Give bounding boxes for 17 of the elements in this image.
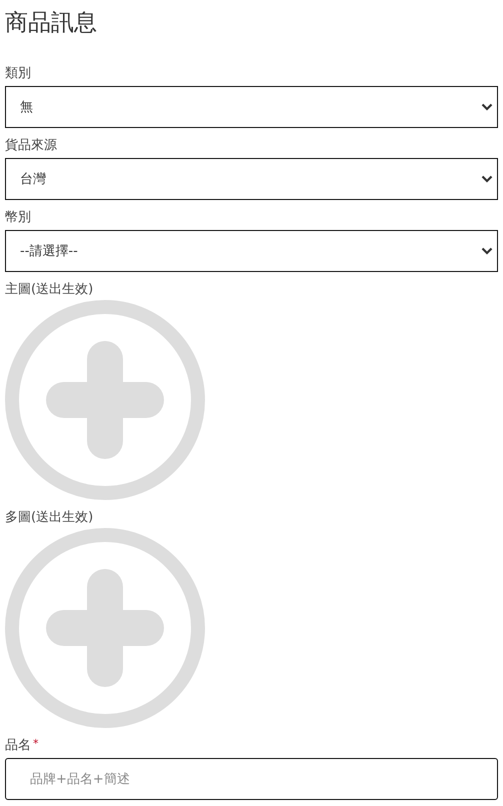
field-label: 主圖(送出生效) — [5, 282, 94, 298]
field-label: 類別 — [5, 66, 31, 82]
field-label: 幣別 — [5, 210, 31, 226]
dropdown-select[interactable]: 台灣 — [5, 158, 498, 200]
add-image-icon[interactable] — [5, 528, 205, 728]
required-mark: * — [33, 738, 38, 750]
dropdown-select[interactable]: --請選擇-- — [5, 230, 498, 272]
field-label: 多圖(送出生效) — [5, 510, 94, 526]
chevron-down-icon — [481, 247, 493, 255]
field-label: 貨品來源 — [5, 138, 57, 154]
dropdown-select[interactable]: 無 — [5, 86, 498, 128]
chevron-down-icon — [481, 175, 493, 183]
add-image-icon[interactable] — [5, 300, 205, 500]
field-label: 品名 — [5, 738, 31, 754]
section-title: 商品訊息 — [5, 9, 98, 38]
chevron-down-icon — [481, 103, 493, 111]
input-field[interactable]: 品牌+品名+簡述 — [5, 758, 498, 800]
